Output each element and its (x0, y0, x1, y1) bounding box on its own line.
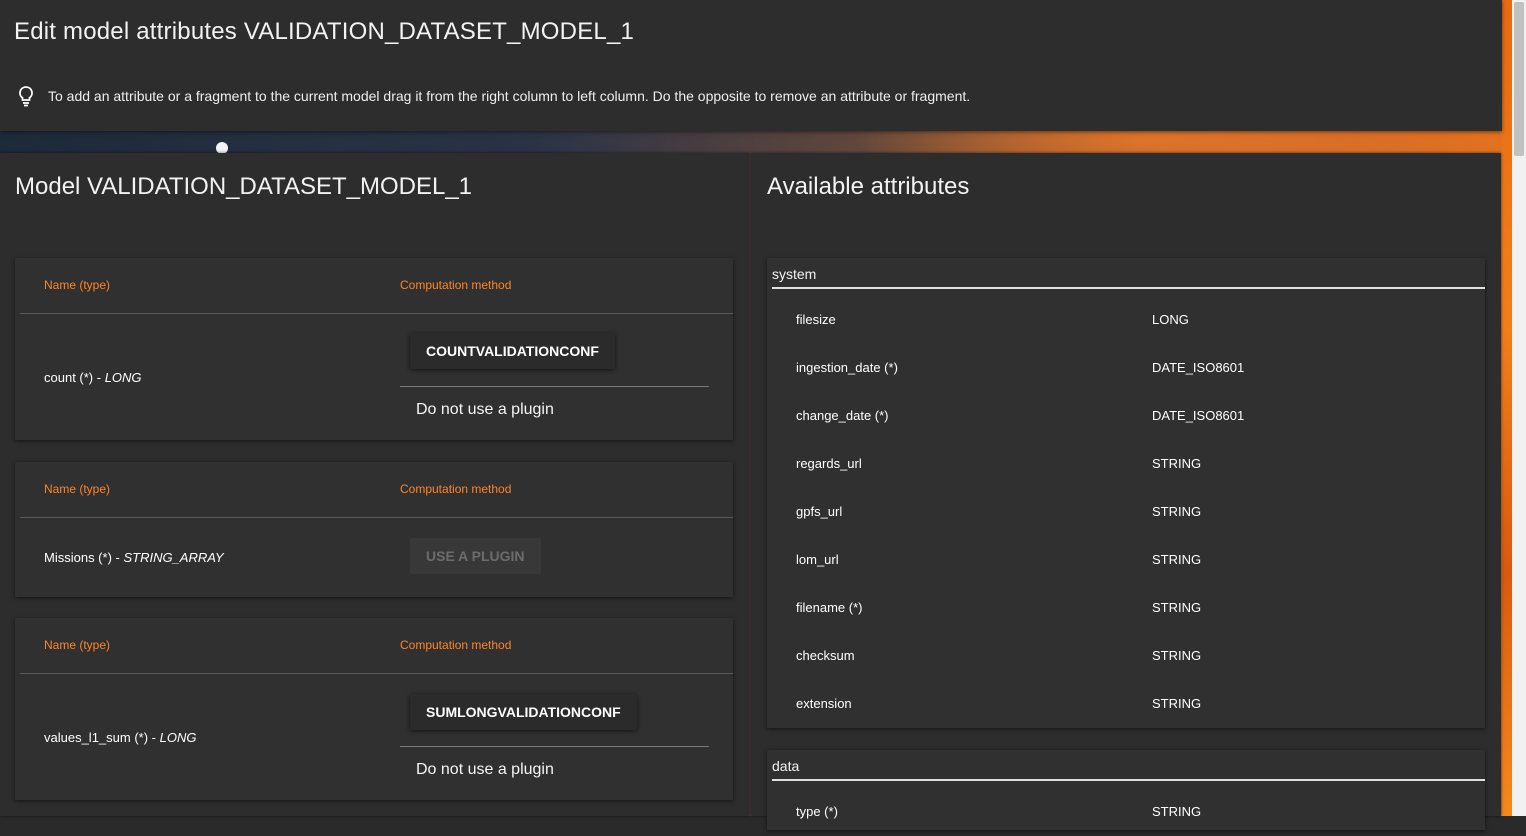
divider (20, 673, 733, 674)
model-attribute-card[interactable]: Name (type) Computation method count (*)… (15, 258, 733, 440)
available-attribute-row[interactable]: checksum STRING (767, 632, 1485, 680)
use-plugin-button[interactable]: USE A PLUGIN (410, 538, 541, 574)
attribute-group-data: data type (*) STRING (767, 750, 1485, 830)
model-attribute-card[interactable]: Name (type) Computation method Missions … (15, 462, 733, 597)
group-title: data (772, 758, 800, 774)
no-plugin-option[interactable]: Do not use a plugin (416, 401, 554, 419)
page-scrollbar-thumb[interactable] (1514, 2, 1524, 156)
page-header: Edit model attributes VALIDATION_DATASET… (0, 0, 1502, 131)
column-header-computation: Computation method (400, 278, 512, 292)
group-underline (772, 779, 1485, 781)
column-header-computation: Computation method (400, 482, 512, 496)
model-attribute-card[interactable]: Name (type) Computation method values_l1… (15, 618, 733, 800)
divider (400, 386, 709, 387)
background-edge (1502, 0, 1512, 816)
available-attribute-row[interactable]: lom_url STRING (767, 536, 1485, 584)
available-attribute-row[interactable]: filename (*) STRING (767, 584, 1485, 632)
column-header-name: Name (type) (44, 482, 111, 496)
available-attribute-row[interactable]: extension STRING (767, 680, 1485, 728)
attribute-name: Missions (*) - STRING_ARRAY (44, 550, 224, 565)
divider (20, 517, 733, 518)
column-header-computation: Computation method (400, 638, 512, 652)
plugin-conf-button[interactable]: COUNTVALIDATIONCONF (410, 333, 615, 369)
available-attribute-row[interactable]: regards_url STRING (767, 440, 1485, 488)
divider (20, 313, 733, 314)
column-header-name: Name (type) (44, 638, 111, 652)
available-panel-title: Available attributes (767, 173, 970, 200)
available-attribute-row[interactable]: filesize LONG (767, 296, 1485, 344)
lightbulb-icon (19, 86, 33, 107)
column-header-name: Name (type) (44, 278, 111, 292)
plugin-conf-button[interactable]: SUMLONGVALIDATIONCONF (410, 694, 637, 730)
available-attribute-row[interactable]: type (*) STRING (767, 788, 1485, 836)
attribute-name: count (*) - LONG (44, 370, 142, 385)
attribute-group-system: system filesize LONG ingestion_date (*) DA… (767, 258, 1485, 728)
divider (400, 746, 709, 747)
available-attribute-row[interactable]: ingestion_date (*) DATE_ISO8601 (767, 344, 1485, 392)
attribute-name: values_l1_sum (*) - LONG (44, 730, 197, 745)
model-attributes-panel: Model VALIDATION_DATASET_MODEL_1 Name (t… (0, 153, 749, 816)
page-title: Edit model attributes VALIDATION_DATASET… (14, 18, 635, 45)
group-title: system (772, 266, 817, 282)
available-attribute-row[interactable]: change_date (*) DATE_ISO8601 (767, 392, 1485, 440)
hint-text: To add an attribute or a fragment to the… (48, 88, 971, 104)
available-attribute-row[interactable]: gpfs_url STRING (767, 488, 1485, 536)
group-underline (772, 287, 1485, 289)
available-attributes-panel: Available attributes system filesize LONG… (751, 153, 1501, 830)
no-plugin-option[interactable]: Do not use a plugin (416, 761, 554, 779)
model-panel-title: Model VALIDATION_DATASET_MODEL_1 (15, 173, 473, 200)
